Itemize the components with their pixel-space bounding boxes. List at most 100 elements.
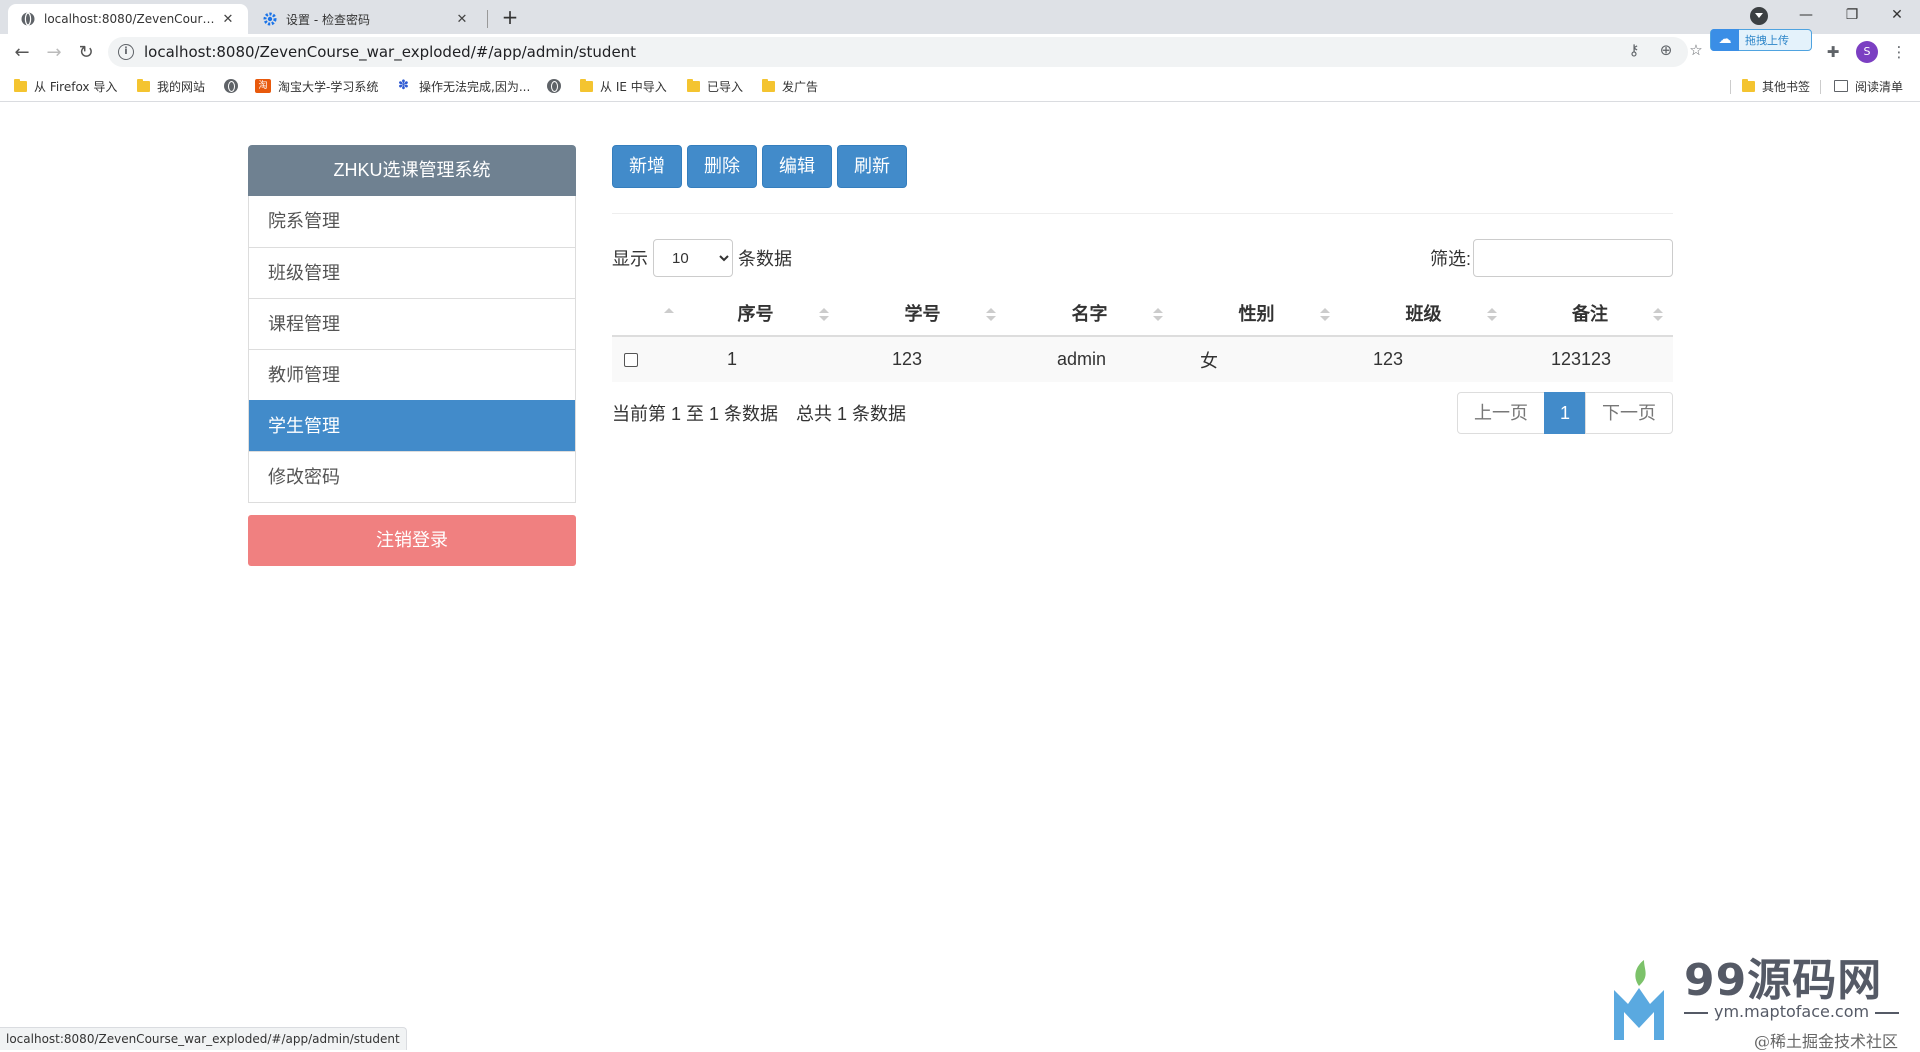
prev-page-button[interactable]: 上一页: [1456, 392, 1545, 434]
entries-label: 条数据: [738, 249, 792, 269]
reading-list[interactable]: 阅读清单: [1834, 76, 1903, 96]
globe-icon: [547, 79, 561, 93]
cloud-icon: ☁: [1711, 29, 1739, 51]
tab-settings-password[interactable]: 设置 - 检查密码 ✕: [250, 4, 482, 34]
url-text: localhost:8080/ZevenCourse_war_exploded/…: [144, 43, 637, 61]
cell-gender: 女: [1173, 336, 1340, 382]
tab-close-icon[interactable]: ✕: [454, 12, 470, 27]
bookmarks-divider: [1730, 80, 1731, 94]
sort-icon: [1653, 308, 1663, 322]
folder-icon: [762, 78, 775, 92]
sidebar-item-students[interactable]: 学生管理: [249, 400, 575, 451]
bookmark-globe[interactable]: [224, 76, 245, 96]
menu-kebab-icon[interactable]: ⋮: [1888, 41, 1910, 63]
row-checkbox[interactable]: [624, 353, 638, 368]
bookmark-imported[interactable]: 已导入: [687, 76, 743, 96]
sidebar-item-teachers[interactable]: 教师管理: [249, 349, 575, 400]
bookmark-my-sites[interactable]: 我的网站: [137, 76, 205, 96]
edit-button[interactable]: 编辑: [762, 145, 832, 188]
bookmark-label: 从 IE 中导入: [600, 79, 667, 94]
zoom-icon[interactable]: ⊕: [1656, 41, 1676, 61]
table-header-row: 序号 学号 名字 性别 班级 备注: [612, 291, 1673, 337]
bookmarks-bar: 从 Firefox 导入 我的网站 淘 淘宝大学-学习系统 ✽ 操作无法完成,因…: [0, 70, 1920, 102]
profile-avatar[interactable]: S: [1856, 41, 1878, 63]
site-info-icon[interactable]: i: [118, 44, 134, 60]
refresh-button[interactable]: 刷新: [837, 145, 907, 188]
bookmark-operation-failed[interactable]: ✽ 操作无法完成,因为...: [398, 76, 530, 96]
column-label: 学号: [904, 304, 941, 324]
bookmark-ads[interactable]: 发广告: [762, 76, 818, 96]
watermark-url: ym.maptoface.com: [1684, 1002, 1899, 1021]
new-tab-button[interactable]: +: [498, 6, 522, 30]
bookmark-other[interactable]: 其他书签: [1742, 76, 1810, 96]
forward-arrow-icon[interactable]: →: [42, 40, 66, 64]
pagination: 上一页 1 下一页: [1456, 392, 1673, 434]
page-length-select[interactable]: 10: [653, 239, 733, 277]
students-table: 序号 学号 名字 性别 班级 备注 1 123 admin 女 123 1231…: [612, 291, 1673, 382]
bookmark-label: 已导入: [707, 79, 744, 94]
select-column-header[interactable]: [612, 291, 674, 337]
filter-input[interactable]: [1473, 239, 1673, 277]
bookmark-ie-import[interactable]: 从 IE 中导入: [580, 76, 667, 96]
column-header-name[interactable]: 名字: [1006, 291, 1173, 337]
reading-list-label: 阅读清单: [1855, 79, 1904, 94]
column-header-remark[interactable]: 备注: [1507, 291, 1673, 337]
cloud-upload-badge[interactable]: ☁ 拖拽上传: [1710, 29, 1812, 51]
bookmark-globe-2[interactable]: [547, 76, 568, 96]
delete-button[interactable]: 删除: [687, 145, 757, 188]
watermark-title: 99源码网: [1684, 955, 1883, 1006]
tab-title: 设置 - 检查密码: [286, 12, 370, 27]
column-label: 备注: [1572, 304, 1608, 324]
status-bar-url: localhost:8080/ZevenCourse_war_exploded/…: [0, 1027, 407, 1050]
column-header-gender[interactable]: 性别: [1173, 291, 1340, 337]
baidu-paw-icon: ✽: [398, 78, 409, 93]
tab-strip: localhost:8080/ZevenCourse_war_exploded/…: [0, 0, 1920, 34]
bookmark-firefox-import[interactable]: 从 Firefox 导入: [14, 76, 117, 96]
back-arrow-icon[interactable]: ←: [10, 40, 34, 64]
sidebar-item-courses[interactable]: 课程管理: [249, 298, 575, 349]
column-header-student-id[interactable]: 学号: [839, 291, 1006, 337]
page-button-current[interactable]: 1: [1543, 392, 1586, 434]
divider: [612, 213, 1673, 214]
sidebar-menu: 院系管理 班级管理 课程管理 教师管理 学生管理 修改密码: [248, 196, 576, 503]
restore-button[interactable]: ❐: [1829, 0, 1875, 30]
bookmark-taobao-university[interactable]: 淘 淘宝大学-学习系统: [255, 76, 378, 96]
sort-icon: [986, 308, 996, 322]
main-content: 新增 删除 编辑 刷新 显示 10 条数据 筛选: 序号 学号 名字 性别 班级: [612, 145, 1673, 434]
sidebar-item-classes[interactable]: 班级管理: [249, 247, 575, 298]
sidebar-item-change-password[interactable]: 修改密码: [249, 451, 575, 502]
bookmark-label: 发广告: [782, 79, 819, 94]
column-header-index[interactable]: 序号: [672, 291, 839, 337]
table-row[interactable]: 1 123 admin 女 123 123123: [612, 336, 1673, 382]
bookmarks-divider: [1820, 80, 1821, 94]
page-length-control: 显示 10 条数据: [612, 239, 792, 277]
reload-icon[interactable]: ↻: [74, 40, 98, 64]
sort-icon: [1320, 308, 1330, 322]
logout-button[interactable]: 注销登录: [248, 515, 576, 566]
tab-close-icon[interactable]: ✕: [220, 12, 236, 27]
cell-student-id: 123: [839, 336, 1006, 382]
watermark-logo: [1614, 960, 1664, 1040]
cell-index: 1: [672, 336, 839, 382]
cell-class: 123: [1340, 336, 1507, 382]
sidebar-item-departments[interactable]: 院系管理: [249, 196, 575, 247]
show-label: 显示: [612, 249, 648, 269]
cell-name: admin: [1006, 336, 1173, 382]
next-page-button[interactable]: 下一页: [1585, 392, 1673, 434]
sort-icon: [819, 308, 829, 322]
add-button[interactable]: 新增: [612, 145, 682, 188]
filter-label: 筛选:: [1429, 249, 1471, 269]
tab-search-icon[interactable]: [1750, 7, 1768, 25]
reading-list-icon: [1834, 80, 1848, 92]
bookmark-star-icon[interactable]: ☆: [1686, 41, 1706, 61]
browser-toolbar: ← → ↻ i localhost:8080/ZevenCourse_war_e…: [0, 34, 1920, 70]
tab-student-admin[interactable]: localhost:8080/ZevenCourse_war_exploded/…: [8, 4, 248, 34]
extensions-puzzle-icon[interactable]: ✚: [1822, 41, 1844, 63]
column-header-class[interactable]: 班级: [1340, 291, 1507, 337]
address-bar[interactable]: i localhost:8080/ZevenCourse_war_explode…: [108, 37, 1688, 67]
minimize-button[interactable]: —: [1783, 0, 1829, 30]
close-window-button[interactable]: ✕: [1874, 0, 1920, 30]
key-icon[interactable]: ⚷: [1624, 41, 1644, 61]
globe-icon: [20, 11, 36, 27]
filter-control: 筛选:: [1430, 239, 1673, 277]
